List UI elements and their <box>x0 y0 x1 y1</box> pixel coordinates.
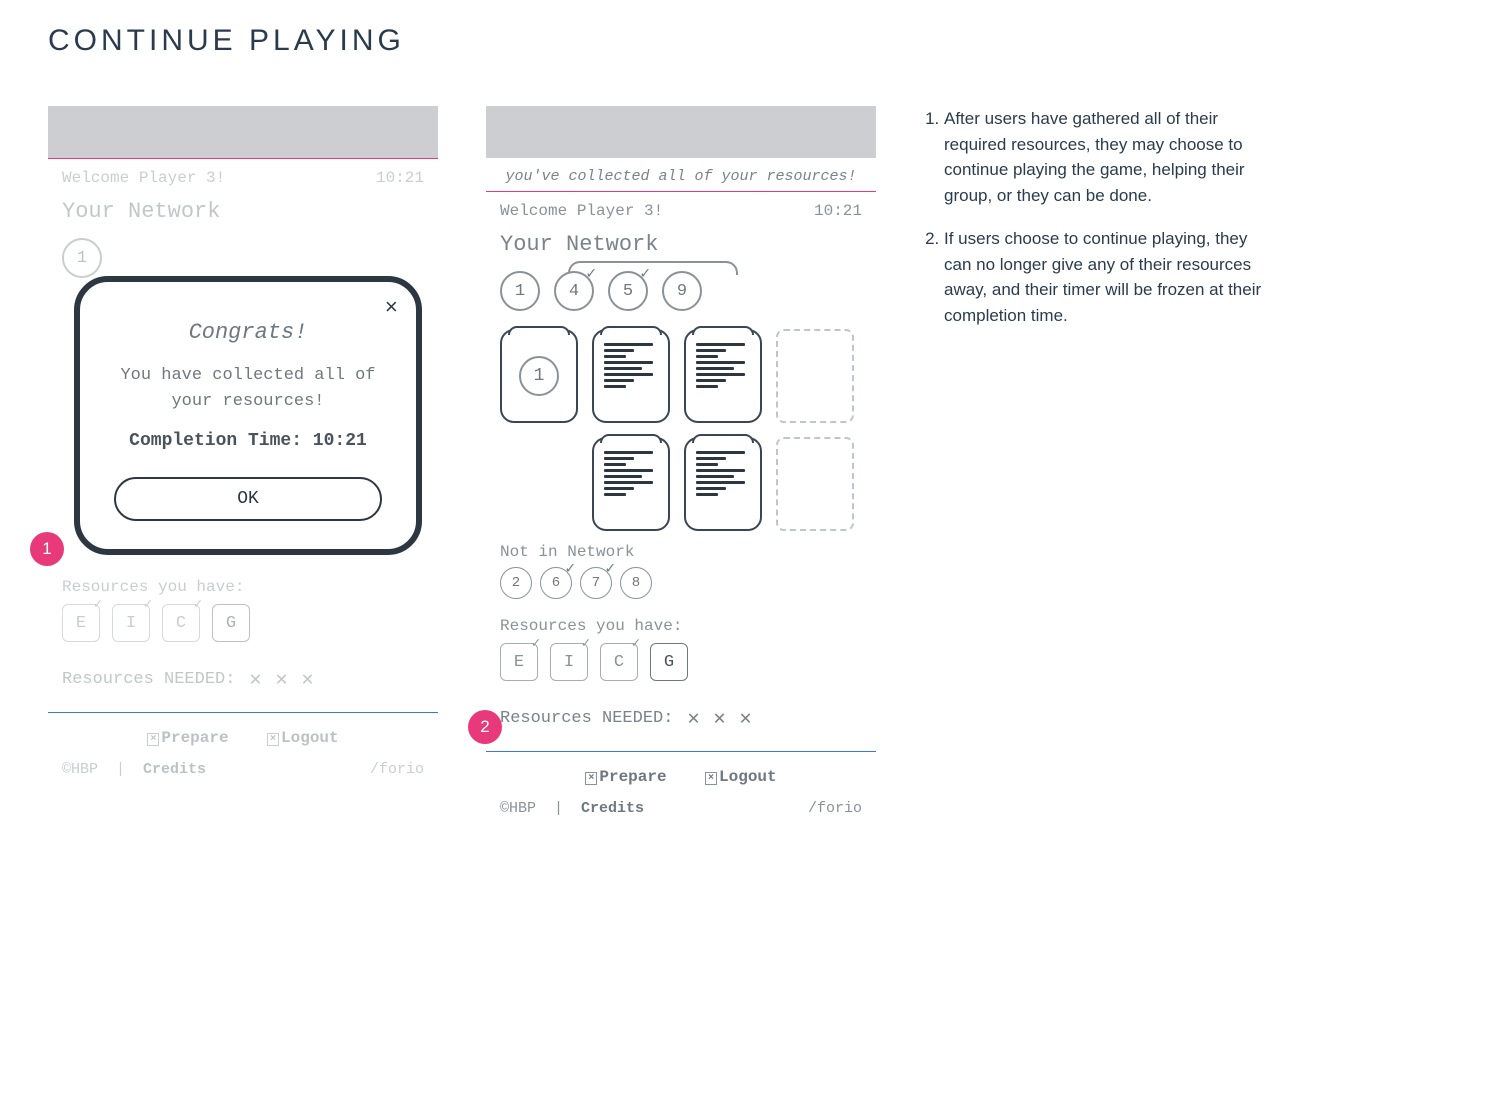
check-icon: ✓ <box>144 596 152 613</box>
player-card[interactable] <box>592 329 670 423</box>
collected-banner: you've collected all of your resources! <box>486 158 876 191</box>
welcome-text: Welcome Player 3! <box>62 169 225 187</box>
ok-button[interactable]: OK <box>114 477 383 521</box>
forio-link[interactable]: /forio <box>808 800 862 817</box>
x-icon: ✕ <box>302 666 314 692</box>
mockup-topbar <box>48 106 438 158</box>
player-card[interactable] <box>684 437 762 531</box>
resource-chip-E[interactable]: E✓ <box>500 643 538 681</box>
forio-link[interactable]: /forio <box>370 761 424 778</box>
page-title: CONTINUE PLAYING <box>48 24 1464 58</box>
resource-chip-I[interactable]: I✓ <box>550 643 588 681</box>
check-icon: ✓ <box>605 558 615 578</box>
modal-body-text: You have collected all of your resources… <box>102 363 394 455</box>
not-network-node[interactable]: 8 <box>620 567 652 599</box>
x-icon: × <box>585 772 597 785</box>
card-spacer <box>500 437 578 531</box>
x-icon: ✕ <box>740 705 752 731</box>
resources-needed-label: Resources NEEDED: <box>62 670 235 689</box>
check-icon: ✓ <box>632 635 640 652</box>
not-network-node[interactable]: 7✓ <box>580 567 612 599</box>
check-icon: ✓ <box>565 558 575 578</box>
credits-link[interactable]: Credits <box>581 800 644 817</box>
player-card[interactable] <box>684 329 762 423</box>
x-icon: ✕ <box>249 666 261 692</box>
logout-link[interactable]: Logout <box>281 729 339 747</box>
network-node[interactable]: 1 <box>62 238 102 278</box>
mockup-congrats-modal: 1 Welcome Player 3! 10:21 Your Network 1… <box>48 106 438 792</box>
logout-link[interactable]: Logout <box>719 768 777 786</box>
section-your-network: Your Network <box>62 199 424 224</box>
resources-have-label: Resources you have: <box>62 578 424 596</box>
resource-chip-C[interactable]: C✓ <box>600 643 638 681</box>
player-card[interactable] <box>592 437 670 531</box>
timer-value: 10:21 <box>814 202 862 220</box>
copyright-text: ©HBP <box>62 761 98 778</box>
network-node[interactable]: 9 <box>662 271 702 311</box>
resource-chip-I[interactable]: I✓ <box>112 604 150 642</box>
player-card[interactable]: 1 <box>500 329 578 423</box>
check-icon: ✓ <box>586 263 596 283</box>
resource-chip-E[interactable]: E✓ <box>62 604 100 642</box>
resource-chip-C[interactable]: C✓ <box>162 604 200 642</box>
x-icon: × <box>267 733 279 746</box>
callout-badge-1: 1 <box>30 532 64 566</box>
not-in-network-label: Not in Network <box>500 543 862 561</box>
timer-value: 10:21 <box>376 169 424 187</box>
note-item-1: After users have gathered all of their r… <box>944 106 1264 208</box>
mockup-continue-playing: 2 you've collected all of your resources… <box>486 106 876 831</box>
check-icon: ✓ <box>194 596 202 613</box>
not-network-node[interactable]: 6✓ <box>540 567 572 599</box>
empty-card-slot[interactable] <box>776 437 854 531</box>
section-your-network: Your Network <box>500 232 862 257</box>
resource-chip-G[interactable]: G <box>212 604 250 642</box>
not-network-node[interactable]: 2 <box>500 567 532 599</box>
mockup-topbar <box>486 106 876 158</box>
x-icon: ✕ <box>275 666 287 692</box>
modal-title: Congrats! <box>102 320 394 345</box>
notes-column: After users have gathered all of their r… <box>924 106 1264 346</box>
check-icon: ✓ <box>94 596 102 613</box>
card-number: 1 <box>519 356 559 396</box>
copyright-text: ©HBP <box>500 800 536 817</box>
x-icon: ✕ <box>687 705 699 731</box>
network-node[interactable]: 5✓ <box>608 271 648 311</box>
note-item-2: If users choose to continue playing, the… <box>944 226 1264 328</box>
welcome-text: Welcome Player 3! <box>500 202 663 220</box>
close-icon[interactable]: × <box>385 296 398 321</box>
prepare-link[interactable]: Prepare <box>161 729 228 747</box>
prepare-link[interactable]: Prepare <box>599 768 666 786</box>
congrats-modal: × Congrats! You have collected all of yo… <box>74 276 422 555</box>
network-node[interactable]: 4✓ <box>554 271 594 311</box>
x-icon: × <box>705 772 717 785</box>
check-icon: ✓ <box>532 635 540 652</box>
network-node[interactable]: 1 <box>500 271 540 311</box>
resource-chip-G[interactable]: G <box>650 643 688 681</box>
empty-card-slot[interactable] <box>776 329 854 423</box>
check-icon: ✓ <box>640 263 650 283</box>
x-icon: × <box>147 733 159 746</box>
resources-have-label: Resources you have: <box>500 617 862 635</box>
completion-time-label: Completion Time: 10:21 <box>102 428 394 455</box>
callout-badge-2: 2 <box>468 710 502 744</box>
check-icon: ✓ <box>582 635 590 652</box>
credits-link[interactable]: Credits <box>143 761 206 778</box>
x-icon: ✕ <box>713 705 725 731</box>
resources-needed-label: Resources NEEDED: <box>500 709 673 728</box>
